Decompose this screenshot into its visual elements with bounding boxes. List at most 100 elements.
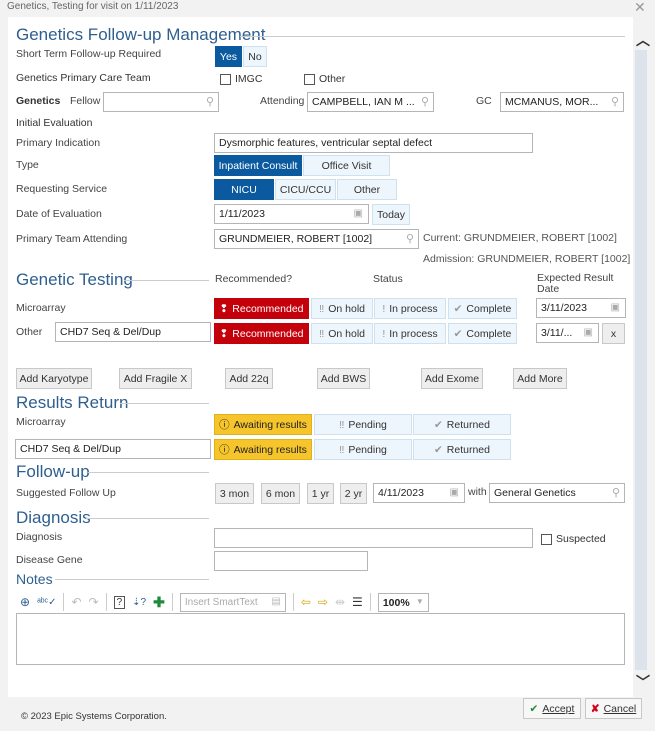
redo-icon[interactable]: ↷: [89, 595, 99, 609]
search-icon[interactable]: ⚲: [611, 95, 619, 108]
calendar-icon[interactable]: ▣: [584, 327, 593, 338]
double-exclamation-icon: ‼: [339, 443, 345, 456]
microarray-in-process[interactable]: ! In process: [374, 298, 446, 319]
accept-button[interactable]: ✔ Accept: [523, 698, 581, 719]
close-icon[interactable]: ✕: [634, 0, 646, 16]
copyright-text: © 2023 Epic Systems Corporation.: [21, 711, 167, 722]
microarray-on-hold[interactable]: ‼ On hold: [311, 298, 373, 319]
rr-microarray-returned[interactable]: ✔ Returned: [413, 414, 511, 435]
add-more-button[interactable]: Add More: [513, 368, 567, 389]
remove-test-button[interactable]: x: [602, 323, 625, 344]
next-field-icon[interactable]: ⇣?: [132, 597, 146, 608]
other-test-label: Other: [16, 326, 43, 338]
calendar-icon[interactable]: ▣: [611, 302, 620, 313]
microarray-label: Microarray: [16, 302, 66, 314]
search-icon[interactable]: ⚲: [406, 232, 414, 245]
cancel-button[interactable]: ✘ Cancel: [585, 698, 642, 719]
rr-other-returned[interactable]: ✔ Returned: [413, 439, 511, 460]
scrollbar-thumb[interactable]: [635, 50, 647, 670]
suspected-checkbox[interactable]: Suspected: [541, 533, 606, 545]
other-complete[interactable]: ✔ Complete: [448, 323, 517, 344]
service-other[interactable]: Other: [337, 179, 397, 200]
add-fragile-x-button[interactable]: Add Fragile X: [119, 368, 192, 389]
smarttext-input[interactable]: Insert SmartText ▤: [179, 592, 286, 612]
add-bws-button[interactable]: Add BWS: [317, 368, 370, 389]
calendar-icon[interactable]: ▣: [450, 487, 459, 498]
insert-list-icon[interactable]: ☰: [352, 595, 363, 609]
toolbar-separator: [105, 593, 107, 611]
double-exclamation-icon: ‼: [339, 418, 345, 431]
other-date-input[interactable]: 3/11/... ▣: [536, 323, 599, 343]
checkbox-box[interactable]: [304, 73, 315, 85]
spellcheck-icon[interactable]: ᵃᵇᶜ✓: [37, 597, 56, 608]
chevron-down-icon[interactable]: ▼: [416, 597, 424, 606]
arrow-right-icon[interactable]: ⇨: [318, 595, 328, 609]
service-cicu[interactable]: CICU/CCU: [275, 179, 336, 200]
microarray-complete[interactable]: ✔ Complete: [448, 298, 517, 319]
smarttext-icon[interactable]: ▤: [271, 596, 280, 607]
checkbox-box[interactable]: [541, 533, 552, 545]
short-term-no[interactable]: No: [243, 46, 267, 67]
section-rule: [240, 36, 625, 37]
toolbar-separator: [63, 593, 65, 611]
followup-6mon-button[interactable]: 6 mon: [261, 483, 300, 504]
toolbar-separator: [171, 593, 173, 611]
accept-suggestion-icon[interactable]: ⇹: [335, 595, 345, 609]
today-button[interactable]: Today: [372, 204, 410, 225]
rr-other-awaiting[interactable]: ⓘ Awaiting results: [214, 439, 312, 460]
add-icon[interactable]: ✚: [153, 594, 165, 611]
microarray-date-input[interactable]: 3/11/2023 ▣: [536, 298, 626, 318]
rr-other-pending[interactable]: ‼ Pending: [314, 439, 412, 460]
add-karyotype-button[interactable]: Add Karyotype: [16, 368, 92, 389]
type-office-visit[interactable]: Office Visit: [303, 155, 390, 176]
imgc-checkbox[interactable]: IMGC: [220, 73, 262, 85]
disease-gene-input[interactable]: [214, 551, 368, 571]
col-status: Status: [373, 273, 403, 285]
other-on-hold[interactable]: ‼ On hold: [311, 323, 373, 344]
add-exome-button[interactable]: Add Exome: [421, 368, 483, 389]
followup-3mon-button[interactable]: 3 mon: [215, 483, 254, 504]
scroll-down-icon[interactable]: ﹀: [636, 672, 650, 692]
check-icon: ✔: [433, 418, 443, 431]
followup-1yr-button[interactable]: 1 yr: [307, 483, 334, 504]
calendar-icon[interactable]: ▣: [354, 208, 363, 219]
gc-input[interactable]: MCMANUS, MOR... ⚲: [500, 92, 624, 112]
search-icon[interactable]: ⚲: [612, 486, 620, 499]
search-icon[interactable]: ⚲: [421, 95, 429, 108]
rr-microarray-awaiting[interactable]: ⓘ Awaiting results: [214, 414, 312, 435]
help-field-icon[interactable]: ?: [113, 595, 126, 609]
primary-indication-input[interactable]: Dysmorphic features, ventricular septal …: [214, 133, 533, 153]
other-in-process[interactable]: ! In process: [374, 323, 446, 344]
type-inpatient-consult[interactable]: Inpatient Consult: [214, 155, 302, 176]
pta-input[interactable]: GRUNDMEIER, ROBERT [1002] ⚲: [214, 229, 419, 249]
zoom-select[interactable]: 100% ▼: [377, 592, 429, 612]
undo-icon[interactable]: ↶: [71, 595, 81, 609]
notes-textarea[interactable]: [16, 613, 625, 665]
pta-label: Primary Team Attending: [16, 233, 128, 245]
attending-input[interactable]: CAMPBELL, IAN M ... ⚲: [307, 92, 434, 112]
section-genetic-testing: Genetic Testing: [16, 270, 133, 289]
microarray-recommended[interactable]: ❢ Recommended: [214, 298, 309, 319]
search-icon[interactable]: ⚲: [206, 95, 214, 108]
zoom-in-icon[interactable]: ⊕: [20, 595, 30, 609]
followup-2yr-button[interactable]: 2 yr: [340, 483, 367, 504]
checkbox-box[interactable]: [220, 73, 231, 85]
fellow-input[interactable]: ⚲: [103, 92, 219, 112]
date-eval-input[interactable]: 1/11/2023 ▣: [214, 204, 369, 224]
add-22q-button[interactable]: Add 22q: [225, 368, 273, 389]
double-exclamation-icon: ‼: [318, 327, 325, 340]
service-nicu[interactable]: NICU: [214, 179, 274, 200]
short-term-yes[interactable]: Yes: [215, 46, 242, 67]
followup-date-input[interactable]: 4/11/2023 ▣: [373, 483, 465, 503]
rr-other-test-input[interactable]: CHD7 Seq & Del/Dup: [15, 439, 211, 459]
rr-microarray-pending[interactable]: ‼ Pending: [314, 414, 412, 435]
short-term-label: Short Term Follow-up Required: [16, 48, 162, 60]
scroll-up-icon[interactable]: ︿: [636, 30, 650, 50]
followup-with-input[interactable]: General Genetics ⚲: [489, 483, 625, 503]
arrow-left-icon[interactable]: ⇦: [301, 595, 311, 609]
other-checkbox[interactable]: Other: [304, 73, 345, 85]
other-test-input[interactable]: CHD7 Seq & Del/Dup: [55, 322, 211, 342]
section-rule: [88, 472, 209, 473]
diagnosis-input[interactable]: [214, 528, 533, 548]
other-recommended[interactable]: ❢ Recommended: [214, 323, 309, 344]
